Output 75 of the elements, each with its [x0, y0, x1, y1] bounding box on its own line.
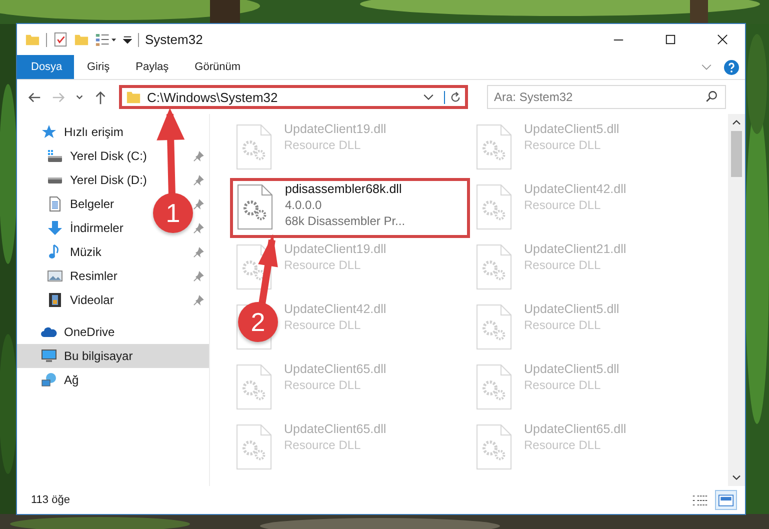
annotation-arrow — [258, 234, 278, 305]
gear-file-icon — [237, 184, 273, 230]
gear-file-icon — [476, 184, 512, 230]
sidebar-item[interactable]: Hızlı erişim — [17, 120, 209, 144]
file-detail: Resource DLL — [524, 137, 602, 153]
up-arrow-icon[interactable] — [93, 90, 108, 104]
file-detail: Resource DLL — [524, 197, 602, 213]
list-view-icon[interactable] — [95, 32, 117, 47]
file-detail: Resource DLL — [284, 257, 362, 273]
item-count: 113 öğe — [31, 494, 70, 506]
gear-file-icon — [236, 364, 272, 410]
sidebar-item[interactable]: İndirmeler — [70, 221, 124, 235]
address-path: C:\Windows\System32 — [147, 90, 278, 104]
refresh-icon[interactable] — [444, 90, 462, 104]
network-icon — [41, 372, 57, 388]
drive-icon — [47, 176, 63, 184]
document-icon — [47, 196, 63, 212]
ribbon-tab[interactable]: Paylaş — [122, 55, 182, 79]
image-icon — [47, 268, 63, 284]
gear-file-icon — [476, 424, 512, 470]
minimize-icon — [612, 38, 624, 40]
file-detail: Resource DLL — [524, 437, 602, 453]
properties-icon[interactable] — [53, 32, 68, 47]
file-detail: Resource DLL — [284, 137, 362, 153]
folder-icon — [126, 90, 141, 104]
sidebar-item[interactable]: Ağ — [17, 368, 209, 392]
file-name[interactable]: pdisassembler68k.dll — [285, 181, 406, 197]
gear-file-icon — [236, 124, 272, 170]
file-detail: Resource DLL — [524, 377, 602, 393]
sidebar-item[interactable]: Belgeler — [70, 197, 114, 211]
star-icon — [41, 124, 57, 140]
file-detail: Resource DLL — [524, 317, 602, 333]
ribbon-tab[interactable]: Giriş — [74, 55, 123, 79]
highlight-frame[interactable]: pdisassembler68k.dll 4.0.0.0 68k Disassembler Pr... — [230, 178, 470, 238]
sidebar-item[interactable]: Yerel Disk (C:) — [70, 149, 147, 163]
file-tab[interactable]: Dosya — [17, 55, 74, 79]
search-icon — [705, 90, 718, 103]
close-icon — [716, 34, 728, 45]
help-icon[interactable] — [724, 60, 739, 74]
scrollbar[interactable] — [728, 114, 745, 486]
gear-file-icon — [476, 364, 512, 410]
film-icon — [47, 292, 63, 308]
drive-icon — [47, 148, 63, 164]
file-detail: Resource DLL — [284, 317, 362, 333]
download-arrow-icon — [47, 220, 63, 236]
file-detail: Resource DLL — [524, 257, 602, 273]
details-list-icon — [692, 494, 708, 506]
file-detail: Resource DLL — [284, 377, 362, 393]
file-detail: 68k Disassembler Pr... — [285, 213, 406, 229]
ribbon-tab[interactable]: Görünüm — [182, 55, 254, 79]
scroll-thumb[interactable] — [731, 131, 742, 177]
file-detail: Resource DLL — [284, 437, 362, 453]
scroll-down-icon[interactable] — [732, 474, 741, 481]
sidebar-item[interactable]: Yerel Disk (D:) — [70, 173, 147, 187]
sidebar-item[interactable]: Müzik — [70, 245, 102, 259]
gear-file-icon — [236, 424, 272, 470]
sidebar-item[interactable]: Resimler — [70, 269, 118, 283]
sidebar-item[interactable]: Videolar — [70, 293, 114, 307]
file-detail: 4.0.0.0 — [285, 197, 323, 213]
recent-caret-icon[interactable] — [75, 92, 84, 102]
expand-ribbon-icon[interactable] — [701, 64, 712, 70]
dropdown-caret-icon[interactable] — [423, 94, 434, 100]
monitor-icon — [41, 348, 57, 364]
window-title: System32 — [145, 32, 203, 47]
scroll-up-icon[interactable] — [732, 119, 741, 126]
maximize-icon — [664, 34, 676, 45]
address-bar[interactable]: C:\Windows\System32 — [119, 85, 468, 109]
gear-file-icon — [476, 124, 512, 170]
gear-file-icon — [476, 304, 512, 350]
sidebar-item[interactable]: Bu bilgisayar — [17, 344, 209, 368]
large-icons-view-button[interactable] — [715, 490, 737, 510]
tiles-view-icon — [718, 494, 734, 506]
sidebar-item[interactable]: OneDrive — [17, 320, 209, 344]
gear-file-icon — [476, 244, 512, 290]
search-field[interactable]: Ara: System32 — [487, 85, 726, 109]
